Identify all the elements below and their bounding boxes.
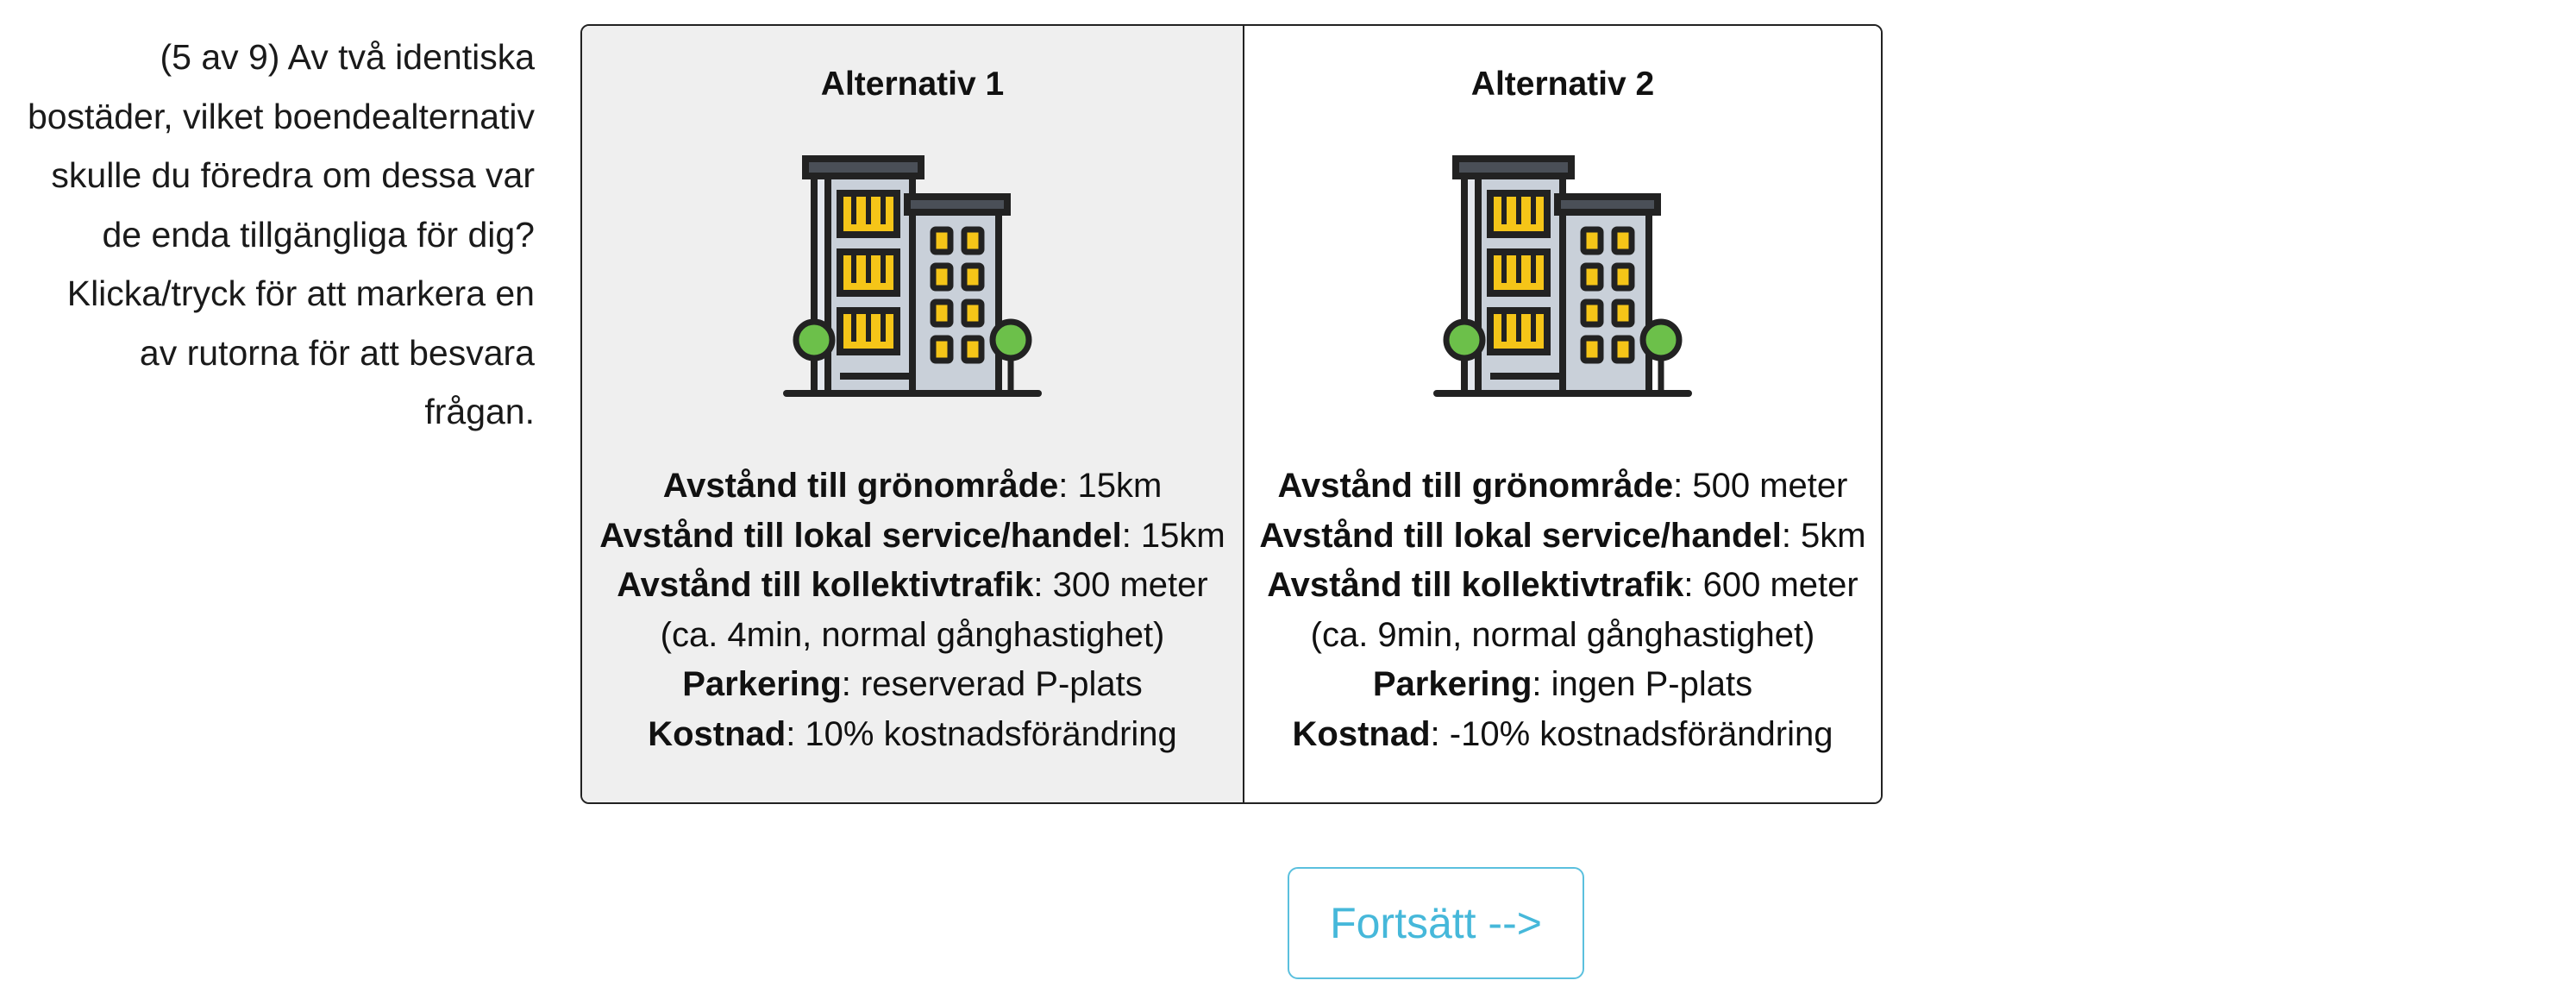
parking-label: Parkering xyxy=(682,665,842,703)
alternative-1-card[interactable]: Alternativ 1 Avstånd till grönområde: 15… xyxy=(582,26,1244,802)
service-label: Avstånd till lokal service/handel xyxy=(1259,516,1782,555)
cost-value: : -10% kostnadsförändring xyxy=(1430,714,1833,753)
parking-value: : reserverad P-plats xyxy=(841,665,1143,703)
parking-value: : ingen P-plats xyxy=(1532,665,1753,703)
alternative-1-title: Alternativ 1 xyxy=(820,66,1005,103)
alternative-2-card[interactable]: Alternativ 2 Avstånd till grönområde: 50… xyxy=(1244,26,1881,802)
transit-note: (ca. 4min, normal gånghastighet) xyxy=(660,615,1165,654)
alternative-1-attributes: Avstånd till grönområde: 15km Avstånd ti… xyxy=(582,462,1243,759)
apartment-building-icon xyxy=(783,155,1042,397)
apartment-building-icon xyxy=(1433,155,1692,397)
green-area-value: : 15km xyxy=(1058,467,1163,505)
alternative-2-title: Alternativ 2 xyxy=(1470,66,1655,103)
cost-label: Kostnad xyxy=(1292,714,1431,753)
choice-table: Alternativ 1 Avstånd till grönområde: 15… xyxy=(580,24,1883,804)
transit-note: (ca. 9min, normal gånghastighet) xyxy=(1310,615,1815,654)
service-label: Avstånd till lokal service/handel xyxy=(599,516,1122,555)
green-area-label: Avstånd till grönområde xyxy=(662,467,1059,505)
green-area-value: : 500 meter xyxy=(1673,467,1848,505)
cost-value: : 10% kostnadsförändring xyxy=(786,714,1177,753)
transit-label: Avstånd till kollektivtrafik xyxy=(1267,566,1684,604)
continue-button[interactable]: Fortsätt --> xyxy=(1288,867,1584,979)
service-value: : 15km xyxy=(1121,516,1225,555)
transit-value: : 600 meter xyxy=(1683,566,1858,604)
alternative-2-attributes: Avstånd till grönområde: 500 meter Avstå… xyxy=(1244,462,1881,759)
question-text: (5 av 9) Av två identiska bostäder, vilk… xyxy=(27,37,535,431)
transit-label: Avstånd till kollektivtrafik xyxy=(617,566,1034,604)
cost-label: Kostnad xyxy=(648,714,787,753)
green-area-label: Avstånd till grönområde xyxy=(1277,467,1674,505)
transit-value: : 300 meter xyxy=(1033,566,1208,604)
parking-label: Parkering xyxy=(1372,665,1532,703)
service-value: : 5km xyxy=(1781,516,1866,555)
